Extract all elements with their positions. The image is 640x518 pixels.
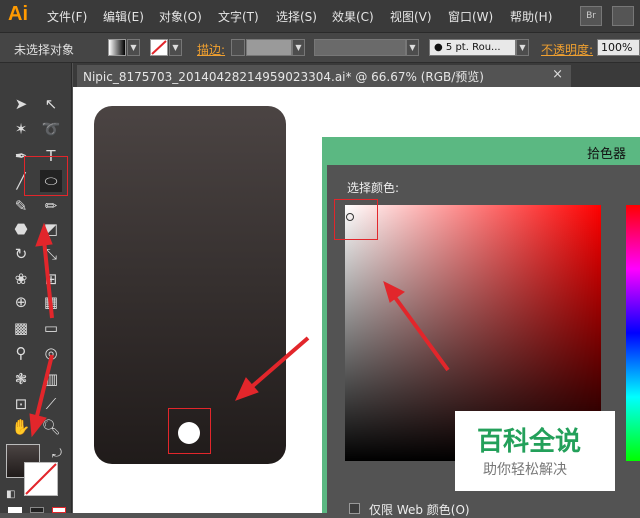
default-colors-icon[interactable]: ◧	[6, 489, 15, 500]
swap-colors-icon[interactable]: ⤾	[52, 446, 62, 461]
gradient-tool-icon[interactable]: ▭	[40, 317, 62, 339]
slice-tool-icon[interactable]: ⟋	[40, 393, 62, 415]
eyedropper-tool-icon[interactable]: ⚲	[10, 342, 32, 364]
mesh-tool-icon[interactable]: ▩	[10, 317, 32, 339]
bridge-button[interactable]: Br	[580, 6, 602, 26]
annotation-box-ellipse-tool	[24, 156, 68, 196]
stroke-color-box[interactable]	[24, 462, 58, 496]
select-color-label: 选择颜色:	[347, 181, 400, 195]
hue-slider[interactable]	[626, 205, 640, 461]
brush-dropdown[interactable]: ▼	[516, 39, 529, 56]
stroke-swatch[interactable]	[150, 39, 168, 56]
menu-select[interactable]: 选择(S)	[276, 8, 317, 25]
lasso-tool-icon[interactable]: ➰	[40, 118, 62, 140]
stroke-weight-input[interactable]	[246, 39, 292, 56]
document-tab[interactable]: Nipic_8175703_20140428214959023304.ai* @…	[77, 65, 571, 87]
blob-brush-tool-icon[interactable]: ⬣	[10, 218, 32, 240]
color-picker-title: 拾色器	[586, 147, 626, 162]
perspective-grid-tool-icon[interactable]: ▦	[40, 291, 62, 313]
blend-tool-icon[interactable]: ◎	[40, 342, 62, 364]
stroke-weight-dropdown[interactable]: ▼	[292, 39, 305, 56]
rotate-tool-icon[interactable]: ↻	[10, 243, 32, 265]
brush-value: 5 pt. Rou...	[445, 42, 501, 53]
stroke-weight-stepper[interactable]	[231, 39, 245, 56]
annotation-box-color-marker	[334, 199, 378, 240]
watermark-logo: 百科全说 助你轻松解决	[455, 411, 615, 491]
menu-bar: Ai 文件(F) 编辑(E) 对象(O) 文字(T) 选择(S) 效果(C) 视…	[0, 0, 640, 33]
selection-tool-icon[interactable]: ➤	[10, 93, 32, 115]
brush-definition[interactable]: ● 5 pt. Rou...	[429, 39, 516, 56]
menu-type[interactable]: 文字(T)	[218, 8, 259, 25]
annotation-box-home-button	[168, 408, 211, 454]
watermark-title: 百科全说	[477, 427, 582, 457]
web-only-label: 仅限 Web 颜色(O)	[369, 503, 470, 517]
opacity-input[interactable]: 100%	[597, 39, 640, 56]
menu-window[interactable]: 窗口(W)	[448, 8, 493, 25]
gradient-mode-button[interactable]	[30, 507, 44, 513]
toolbox: ➤ ↖ ✶ ➰ ✒ T ╱ ⬭ ✎ ✏ ⬣ ◩ ↻ ⤡ ❀ ⊞ ⊕ ▦ ▩ ▭ …	[0, 63, 72, 513]
no-stroke-icon	[151, 40, 167, 55]
watermark-subtitle: 助你轻松解决	[483, 462, 567, 478]
symbol-sprayer-tool-icon[interactable]: ❃	[10, 368, 32, 390]
close-tab-icon[interactable]: ×	[552, 67, 563, 82]
shape-builder-tool-icon[interactable]: ⊕	[10, 291, 32, 313]
artboard-tool-icon[interactable]: ⊡	[10, 393, 32, 415]
menu-view[interactable]: 视图(V)	[390, 8, 432, 25]
menu-object[interactable]: 对象(O)	[159, 8, 202, 25]
fill-swatch[interactable]	[108, 39, 126, 56]
variable-width-select[interactable]	[314, 39, 406, 56]
document-tab-bar: Nipic_8175703_20140428214959023304.ai* @…	[73, 63, 640, 87]
no-stroke-icon	[25, 463, 57, 495]
scale-tool-icon[interactable]: ⤡	[40, 243, 62, 265]
graph-tool-icon[interactable]: ▥	[40, 368, 62, 390]
stroke-label[interactable]: 描边:	[197, 41, 225, 58]
eraser-tool-icon[interactable]: ◩	[40, 218, 62, 240]
free-transform-tool-icon[interactable]: ⊞	[40, 268, 62, 290]
paintbrush-tool-icon[interactable]: ✎	[10, 195, 32, 217]
menu-file[interactable]: 文件(F)	[47, 8, 87, 25]
warp-tool-icon[interactable]: ❀	[10, 268, 32, 290]
menu-effect[interactable]: 效果(C)	[332, 8, 374, 25]
stroke-dropdown[interactable]: ▼	[169, 39, 182, 56]
workspace-button[interactable]	[612, 6, 634, 26]
variable-width-dropdown[interactable]: ▼	[406, 39, 419, 56]
none-mode-button[interactable]	[52, 507, 66, 513]
selection-status: 未选择对象	[14, 43, 75, 57]
menu-edit[interactable]: 编辑(E)	[103, 8, 144, 25]
zoom-tool-icon[interactable]: 🔍︎	[40, 416, 62, 438]
hand-tool-icon[interactable]: ✋	[10, 416, 32, 438]
menu-help[interactable]: 帮助(H)	[510, 8, 552, 25]
web-only-checkbox[interactable]	[349, 503, 360, 514]
opacity-label[interactable]: 不透明度:	[541, 41, 593, 58]
pencil-tool-icon[interactable]: ✏	[40, 195, 62, 217]
app-logo: Ai	[8, 3, 28, 25]
fill-dropdown[interactable]: ▼	[127, 39, 140, 56]
magic-wand-tool-icon[interactable]: ✶	[10, 118, 32, 140]
color-mode-button[interactable]	[8, 507, 22, 513]
document-tab-title: Nipic_8175703_20140428214959023304.ai* @…	[83, 70, 484, 84]
control-bar: 未选择对象 ▼ ▼ 描边: ▼ ▼ ● 5 pt. Rou... ▼ 不透明度:…	[0, 33, 640, 63]
direct-selection-tool-icon[interactable]: ↖	[40, 93, 62, 115]
